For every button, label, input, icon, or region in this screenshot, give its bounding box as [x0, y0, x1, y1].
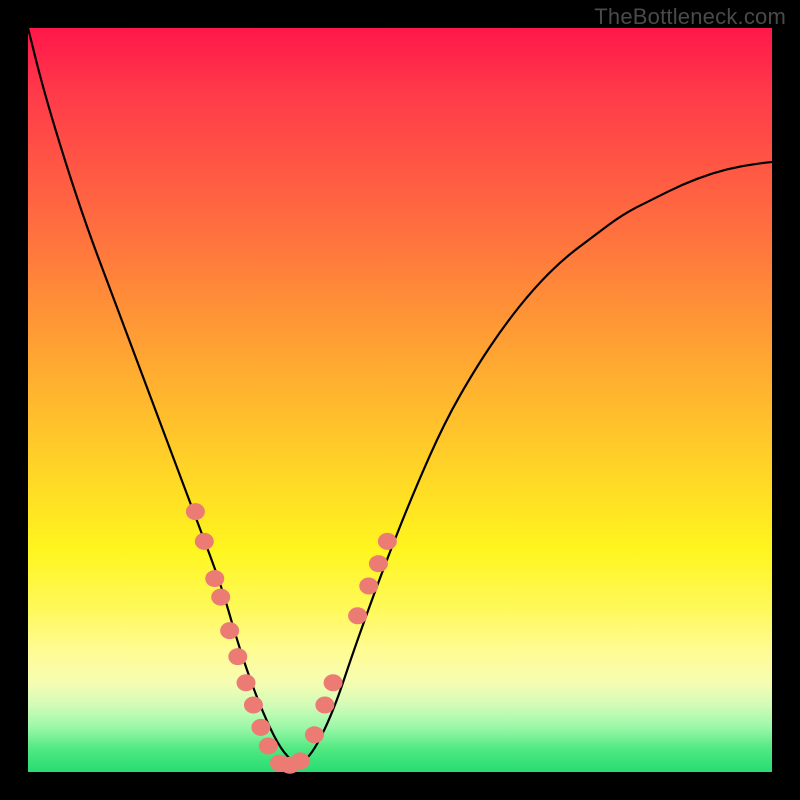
data-marker — [244, 697, 263, 714]
data-marker — [305, 726, 324, 743]
data-marker — [369, 555, 388, 572]
data-marker — [228, 648, 247, 665]
data-marker — [324, 674, 343, 691]
data-marker — [205, 570, 224, 587]
data-marker — [220, 622, 239, 639]
data-marker — [378, 533, 397, 550]
data-marker — [315, 697, 334, 714]
data-marker — [211, 589, 230, 606]
data-marker — [186, 503, 205, 520]
watermark-text: TheBottleneck.com — [594, 4, 786, 30]
data-marker — [259, 737, 278, 754]
data-marker — [359, 578, 378, 595]
data-markers — [186, 503, 397, 774]
plot-svg — [28, 28, 772, 772]
outer-frame: TheBottleneck.com — [0, 0, 800, 800]
data-marker — [291, 752, 310, 769]
data-marker — [348, 607, 367, 624]
data-marker — [251, 719, 270, 736]
data-marker — [236, 674, 255, 691]
data-marker — [195, 533, 214, 550]
bottleneck-curve — [28, 28, 772, 762]
